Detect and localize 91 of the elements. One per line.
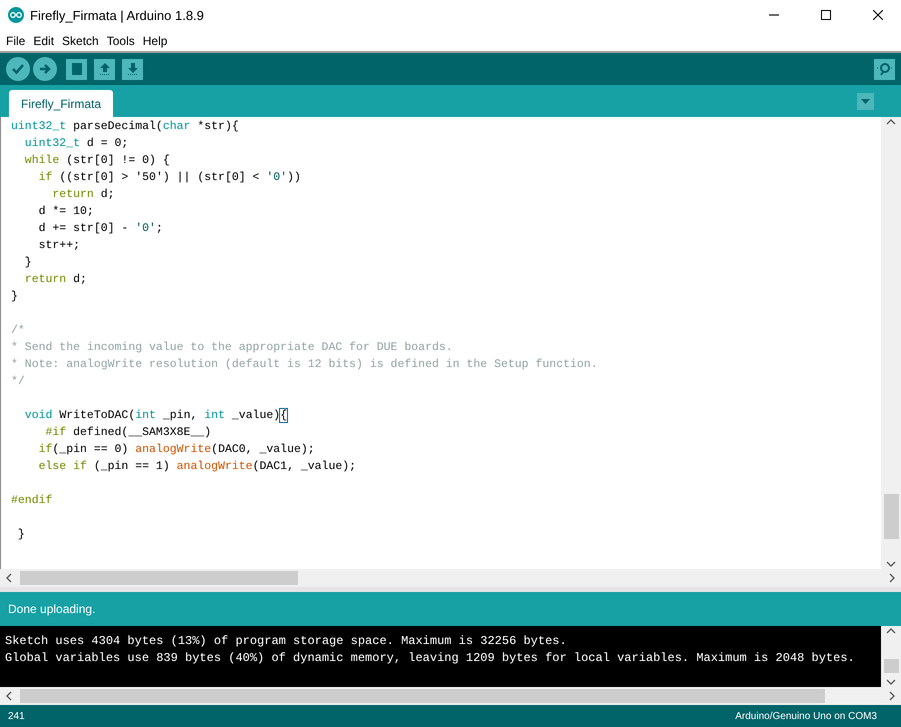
horizontal-scrollbar[interactable] <box>0 687 901 705</box>
code-text: char <box>162 120 190 133</box>
code-text: /* <box>11 324 25 337</box>
sketch-tab[interactable]: Firefly_Firmata <box>9 90 114 117</box>
document-icon <box>70 62 82 76</box>
code-text: d *= 10; <box>38 205 94 218</box>
code-text: if <box>38 443 52 456</box>
maximize-icon <box>821 10 831 20</box>
magnifier-icon <box>876 62 892 76</box>
app-logo-icon <box>8 7 24 23</box>
window-title: Firefly_Firmata | Arduino 1.8.9 <box>30 8 205 22</box>
line-number: 241 <box>8 710 25 722</box>
code-text: return <box>24 273 66 286</box>
code-text: d; <box>72 273 87 286</box>
close-icon <box>873 10 883 20</box>
upload-button[interactable] <box>33 57 57 81</box>
code-text: WriteToDAC( <box>58 409 136 422</box>
code-text: uint32_t <box>11 120 66 133</box>
tab-menu-button[interactable] <box>857 93 874 110</box>
scroll-right-icon[interactable] <box>887 691 897 701</box>
code-text: d += str[0] - <box>38 222 130 235</box>
code-text: analogWrite <box>135 443 212 456</box>
code-text: (DAC0, _value); <box>211 443 315 456</box>
code-text: d = 0; <box>86 137 128 150</box>
code-text: int <box>204 409 225 422</box>
scroll-down-icon[interactable] <box>886 559 896 569</box>
code-text: '0' <box>266 171 288 184</box>
code-text: * Note: analogWrite resolution (default is 12 bits) is defined in the Setup function. <box>11 358 598 371</box>
new-sketch-button[interactable] <box>66 58 87 80</box>
scroll-down-icon[interactable] <box>886 677 896 687</box>
code-text: _pin, <box>162 409 198 422</box>
code-text: { <box>280 409 288 422</box>
board-port-label: Arduino/Genuino Uno on COM3 <box>735 710 877 722</box>
scroll-right-icon[interactable] <box>887 573 897 583</box>
scrollbar-thumb[interactable] <box>884 659 898 673</box>
menu-item[interactable]: Help <box>138 34 172 48</box>
open-button[interactable] <box>94 58 115 80</box>
scroll-left-icon[interactable] <box>4 691 14 701</box>
code-text: defined(__SAM3X8E__) <box>72 426 212 439</box>
code-text: str++; <box>38 239 80 252</box>
code-text: parseDecimal( <box>72 120 163 133</box>
arrow-up-icon <box>98 62 110 76</box>
code-text: } <box>24 256 32 269</box>
code-text: * Send the incoming value to the appropriate DAC for DUE boards. <box>11 341 453 354</box>
serial-monitor-button[interactable] <box>874 58 895 80</box>
code-text: */ <box>11 375 25 388</box>
console-line: Sketch uses 4304 bytes (13%) of program storage space. Maximum is 32256 bytes. <box>5 633 568 650</box>
code-text: ((str[0] > '50') || (str[0] < <box>58 171 260 184</box>
scroll-up-icon[interactable] <box>886 117 896 127</box>
code-text: uint32_t <box>24 137 80 150</box>
scroll-left-icon[interactable] <box>4 573 14 583</box>
arrow-right-icon <box>38 62 52 76</box>
code-text: #endif <box>11 494 52 507</box>
checkmark-icon <box>11 62 25 76</box>
code-text: #if <box>44 426 66 439</box>
code-text: (_pin == 0) <box>52 443 130 456</box>
code-text: '0' <box>135 222 156 235</box>
code-text: else if <box>38 460 87 473</box>
code-text: (_pin == 1) <box>92 460 171 473</box>
code-text: )) <box>287 171 301 184</box>
code-text: } <box>16 528 25 541</box>
code-text: ; <box>156 222 163 235</box>
scrollbar-thumb[interactable] <box>884 494 898 539</box>
caret-icon <box>861 98 870 104</box>
menu-item[interactable]: File <box>2 34 30 48</box>
vertical-scrollbar[interactable] <box>881 626 901 687</box>
arrow-down-icon <box>126 62 138 76</box>
scrollbar-thumb[interactable] <box>20 689 825 703</box>
console-line: Global variables use 839 bytes (40%) of dynamic memory, leaving 1209 bytes for local variables. Maximum is 2048 bytes. <box>5 650 856 667</box>
code-text: } <box>11 290 18 303</box>
save-button[interactable] <box>122 58 143 80</box>
code-text: return <box>51 188 94 201</box>
code-text: analogWrite <box>176 460 253 473</box>
code-text: (DAC1, _value); <box>252 460 356 473</box>
vertical-scrollbar[interactable] <box>881 117 901 569</box>
code-text: while <box>24 154 60 167</box>
code-text: d; <box>100 188 115 201</box>
code-text: void <box>24 409 52 422</box>
code-text: _value) <box>230 409 280 422</box>
verify-button[interactable] <box>6 57 30 81</box>
code-text: int <box>135 409 156 422</box>
code-text: if <box>38 171 52 184</box>
scroll-up-icon[interactable] <box>886 626 896 636</box>
menu-item[interactable]: Edit <box>29 34 58 48</box>
menu-item[interactable]: Sketch <box>58 34 103 48</box>
horizontal-scrollbar[interactable] <box>0 569 901 587</box>
scrollbar-thumb[interactable] <box>20 571 298 585</box>
code-text: *str){ <box>196 120 239 133</box>
status-message: Done uploading. <box>8 602 96 616</box>
code-text: (str[0] != 0) { <box>65 154 170 167</box>
menu-item[interactable]: Tools <box>102 34 139 48</box>
